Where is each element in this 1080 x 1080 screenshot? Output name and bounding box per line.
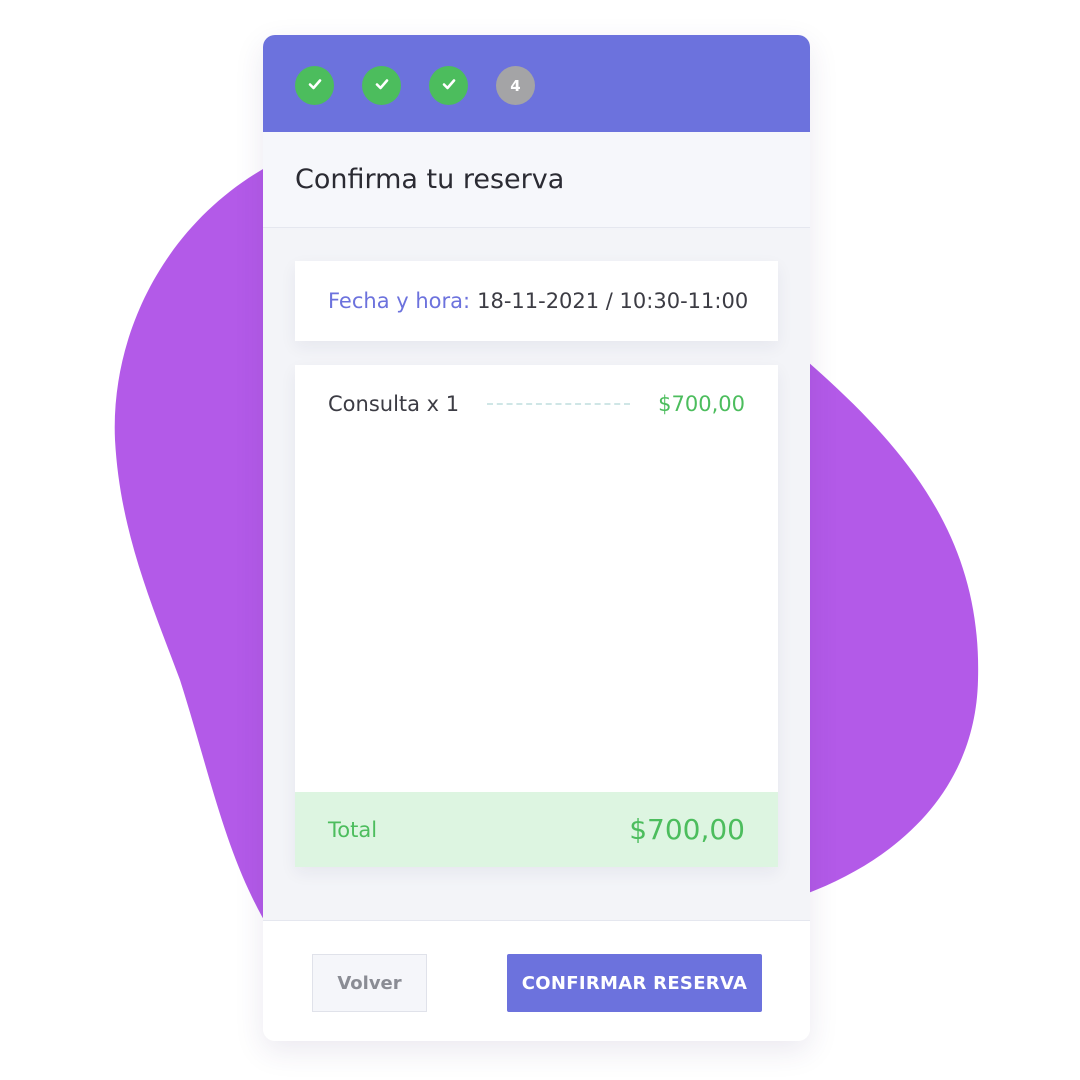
title-section: Confirma tu reserva — [263, 132, 810, 228]
footer-actions: Volver CONFIRMAR RESERVA — [263, 921, 810, 1041]
progress-steps: 4 — [263, 35, 810, 132]
page-title: Confirma tu reserva — [295, 164, 565, 195]
confirm-booking-button[interactable]: CONFIRMAR RESERVA — [507, 954, 762, 1012]
check-icon — [441, 76, 457, 96]
step-number: 4 — [510, 76, 521, 95]
date-time-box: Fecha y hora: 18-11-2021 / 10:30-11:00 — [295, 261, 778, 341]
step-1-completed[interactable] — [295, 66, 334, 105]
item-price: $700,00 — [658, 392, 745, 416]
order-items-box: Consulta x 1 $700,00 Total $700,00 — [295, 365, 778, 867]
check-icon — [307, 76, 323, 96]
date-time-label: Fecha y hora: — [328, 289, 471, 313]
total-label: Total — [328, 817, 378, 842]
summary-section: Fecha y hora: 18-11-2021 / 10:30-11:00 C… — [263, 228, 810, 921]
step-3-completed[interactable] — [429, 66, 468, 105]
item-name: Consulta x 1 — [328, 392, 460, 416]
booking-card: 4 Confirma tu reserva Fecha y hora: 18-1… — [263, 35, 810, 1041]
step-2-completed[interactable] — [362, 66, 401, 105]
total-row: Total $700,00 — [295, 792, 778, 867]
dotted-leader — [487, 403, 631, 405]
check-icon — [374, 76, 390, 96]
list-item: Consulta x 1 $700,00 — [328, 389, 745, 419]
back-button[interactable]: Volver — [312, 954, 427, 1012]
date-time-value: 18-11-2021 / 10:30-11:00 — [477, 289, 749, 313]
total-value: $700,00 — [629, 813, 745, 846]
stage: 4 Confirma tu reserva Fecha y hora: 18-1… — [0, 0, 1080, 1080]
step-4-current: 4 — [496, 66, 535, 105]
